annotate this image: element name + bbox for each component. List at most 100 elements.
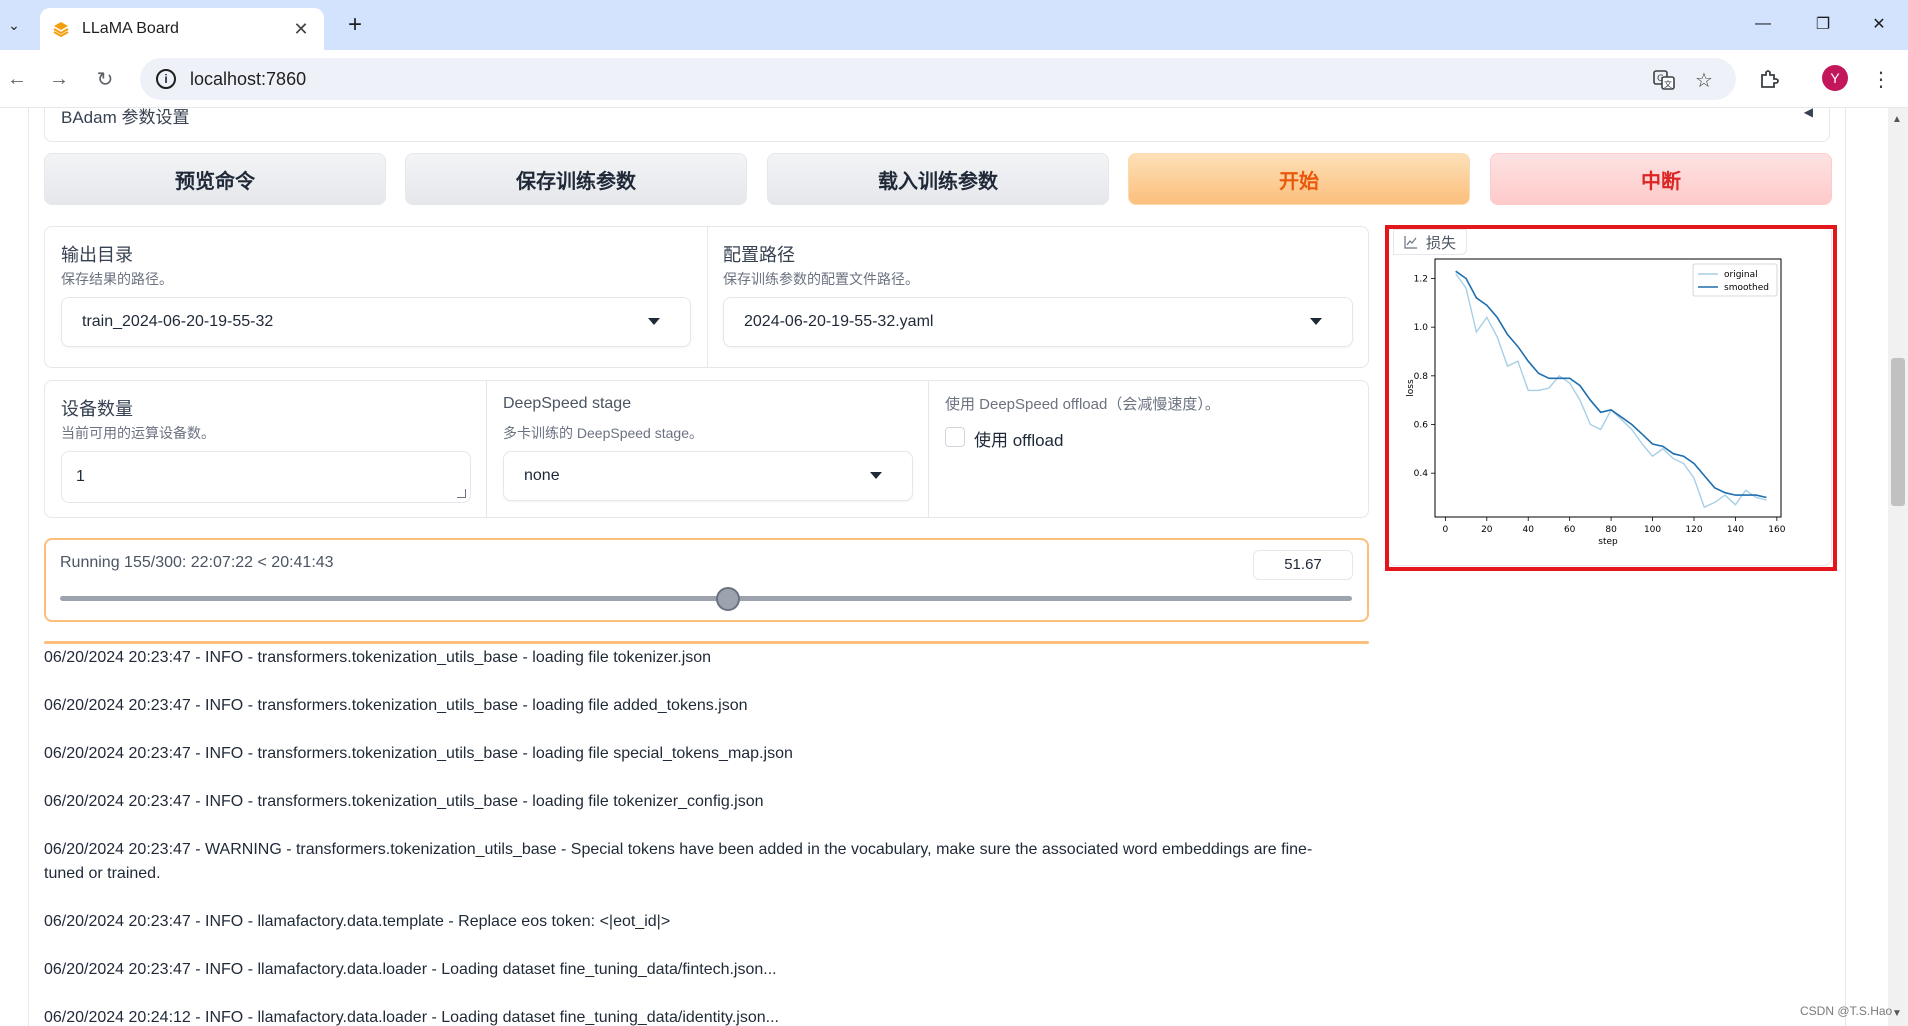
- abort-button[interactable]: 中断: [1490, 153, 1832, 205]
- x-tick-label: 60: [1564, 525, 1576, 535]
- new-tab-plus-icon[interactable]: +: [340, 10, 370, 40]
- ds-stage-info: 多卡训练的 DeepSpeed stage。: [503, 425, 703, 441]
- config-path-dropdown[interactable]: 2024-06-20-19-55-32.yaml: [723, 297, 1353, 347]
- offload-checkbox-label[interactable]: 使用 offload: [974, 426, 1063, 451]
- device-count-label: 设备数量: [61, 399, 133, 419]
- browser-menu-icon[interactable]: ⋮: [1866, 64, 1896, 94]
- y-tick-label: 1.0: [1414, 323, 1429, 333]
- output-dir-info: 保存结果的路径。: [61, 271, 173, 287]
- tab-title: LLaMA Board: [82, 20, 179, 37]
- tab-search-chevron-icon[interactable]: ⌄: [0, 10, 28, 40]
- progress-label: Running 155/300: 22:07:22 < 20:41:43: [60, 554, 334, 571]
- log-line: 06/20/2024 20:23:47 - INFO - transformer…: [44, 793, 764, 810]
- browser-tab[interactable]: LLaMA Board ✕: [40, 8, 324, 50]
- load-args-button[interactable]: 载入训练参数: [767, 153, 1109, 205]
- accordion-toggle-icon[interactable]: ◀: [1804, 108, 1813, 119]
- ds-stage-label: DeepSpeed stage: [503, 395, 632, 412]
- log-line: 06/20/2024 20:23:47 - INFO - transformer…: [44, 745, 793, 762]
- window-close-icon[interactable]: ✕: [1852, 0, 1906, 48]
- watermark: CSDN @T.S.Hao: [1800, 1004, 1893, 1018]
- y-tick-label: 0.6: [1414, 421, 1429, 431]
- badam-accordion[interactable]: BAdam 参数设置 ◀: [44, 108, 1830, 142]
- scroll-down-arrow-icon[interactable]: ▼: [1892, 1008, 1902, 1019]
- profile-avatar[interactable]: Y: [1822, 65, 1848, 91]
- ds-stage-caret-icon[interactable]: [870, 472, 882, 479]
- extensions-puzzle-icon[interactable]: [1754, 64, 1784, 94]
- x-tick-label: 100: [1644, 525, 1661, 535]
- content-right-border: [1845, 108, 1846, 1026]
- x-tick-label: 40: [1523, 525, 1535, 535]
- chart-label-badge: 损失: [1393, 229, 1468, 255]
- x-tick-label: 120: [1685, 525, 1702, 535]
- ds-stage-dropdown[interactable]: none: [503, 451, 913, 501]
- output-dir-caret-icon[interactable]: [648, 318, 660, 325]
- device-count-info: 当前可用的运算设备数。: [61, 425, 215, 441]
- restore-icon[interactable]: ❐: [1796, 0, 1850, 48]
- start-button[interactable]: 开始: [1128, 153, 1470, 205]
- browser-tab-bar: ⌄ LLaMA Board ✕ + — ❐ ✕: [0, 0, 1908, 50]
- preview-command-button[interactable]: 预览命令: [44, 153, 386, 205]
- config-path-caret-icon[interactable]: [1310, 318, 1322, 325]
- x-tick-label: 20: [1481, 525, 1493, 535]
- output-dir-dropdown[interactable]: train_2024-06-20-19-55-32: [61, 297, 691, 347]
- tab-close-icon[interactable]: ✕: [290, 19, 312, 40]
- config-path-value: 2024-06-20-19-55-32.yaml: [744, 313, 934, 330]
- column-divider: [707, 227, 708, 367]
- page-scrollbar[interactable]: [1888, 108, 1908, 1026]
- device-count-value: 1: [76, 468, 85, 485]
- x-tick-label: 140: [1727, 525, 1744, 535]
- y-tick-label: 1.2: [1414, 274, 1428, 284]
- translate-icon[interactable]: G文: [1652, 68, 1676, 92]
- x-tick-label: 0: [1442, 525, 1448, 535]
- device-count-input[interactable]: 1: [61, 451, 471, 503]
- plot-area: [1434, 258, 1782, 518]
- config-path-info: 保存训练参数的配置文件路径。: [723, 271, 919, 287]
- log-line: 06/20/2024 20:23:47 - INFO - transformer…: [44, 697, 748, 714]
- legend-label-original: original: [1724, 270, 1758, 280]
- back-arrow-icon[interactable]: ←: [2, 64, 32, 94]
- scroll-up-arrow-icon[interactable]: ▲: [1892, 114, 1902, 125]
- llama-board-favicon-icon: [52, 20, 70, 38]
- bookmark-star-icon[interactable]: ☆: [1692, 68, 1716, 92]
- paths-row: 输出目录 保存结果的路径。 train_2024-06-20-19-55-32 …: [44, 226, 1369, 368]
- chart-label: 损失: [1426, 234, 1457, 252]
- distributed-row: 设备数量 当前可用的运算设备数。 1 DeepSpeed stage 多卡训练的…: [44, 380, 1369, 518]
- accordion-label: BAdam 参数设置: [61, 108, 190, 127]
- config-path-label: 配置路径: [723, 245, 795, 265]
- forward-arrow-icon[interactable]: →: [44, 64, 74, 94]
- progress-slider-thumb[interactable]: [715, 587, 740, 611]
- save-args-button[interactable]: 保存训练参数: [405, 153, 747, 205]
- page-content: BAdam 参数设置 ◀ 预览命令 保存训练参数 载入训练参数 开始 中断 输出…: [0, 108, 1908, 1026]
- ds-stage-value: none: [524, 467, 560, 484]
- minimize-icon[interactable]: —: [1736, 0, 1790, 48]
- browser-toolbar: ← → ↻ i localhost:7860 G文 ☆ ⋮: [0, 50, 1908, 108]
- y-axis-label: loss: [1406, 379, 1416, 397]
- column-divider: [928, 381, 929, 517]
- reload-icon[interactable]: ↻: [90, 64, 120, 94]
- log-line: 06/20/2024 20:24:12 - INFO - llamafactor…: [44, 1009, 779, 1026]
- y-tick-label: 0.4: [1414, 469, 1429, 479]
- legend-label-smoothed: smoothed: [1724, 283, 1769, 293]
- loss-chart-panel: 损失 0 20 40 60 80 100 120 140 160 0.4 0.6 0.8 1.0 1.2 s…: [1388, 226, 1832, 566]
- training-progress: Running 155/300: 22:07:22 < 20:41:43 51.…: [44, 538, 1369, 622]
- output-dir-value: train_2024-06-20-19-55-32: [82, 313, 274, 330]
- log-line: 06/20/2024 20:23:47 - INFO - llamafactor…: [44, 961, 777, 978]
- progress-number-input[interactable]: 51.67: [1253, 550, 1353, 580]
- address-bar[interactable]: i localhost:7860 G文 ☆: [140, 58, 1736, 100]
- svg-text:文: 文: [1664, 79, 1672, 89]
- content-left-border: [28, 108, 29, 1026]
- column-divider: [486, 381, 487, 517]
- log-progress-bar: [44, 641, 1369, 644]
- scrollbar-thumb[interactable]: [1891, 358, 1905, 506]
- x-tick-label: 160: [1768, 525, 1785, 535]
- output-dir-label: 输出目录: [61, 245, 133, 265]
- progress-slider-track[interactable]: [60, 596, 1352, 601]
- x-axis-label: step: [1598, 537, 1618, 547]
- log-line: 06/20/2024 20:23:47 - INFO - transformer…: [44, 649, 712, 666]
- resize-handle-icon[interactable]: [457, 489, 466, 498]
- url-text: localhost:7860: [190, 68, 307, 89]
- offload-checkbox[interactable]: [945, 427, 965, 447]
- log-line: 06/20/2024 20:23:47 - INFO - llamafactor…: [44, 913, 671, 930]
- log-line: 06/20/2024 20:23:47 - WARNING - transfor…: [44, 841, 1313, 882]
- site-info-icon[interactable]: i: [156, 69, 176, 89]
